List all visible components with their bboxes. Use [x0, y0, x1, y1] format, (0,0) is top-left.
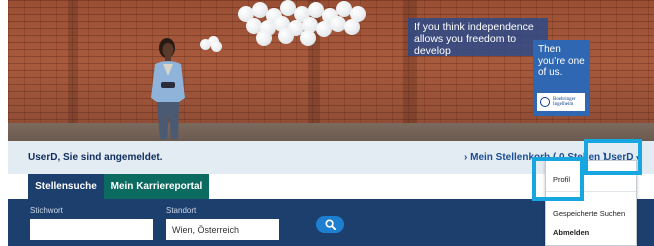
search-button[interactable] — [316, 216, 344, 233]
user-dropdown-menu: Profil Gespeicherte Suchen Abmelden — [545, 160, 637, 246]
tab-stellensuche[interactable]: Stellensuche — [28, 174, 104, 199]
location-input[interactable] — [166, 219, 279, 240]
hero-quote: If you think independence allows you fre… — [408, 18, 548, 57]
balloon-cluster-image — [228, 0, 378, 46]
location-label: Standort — [166, 206, 197, 215]
company-logo: Boehringer Ingelheim — [537, 93, 585, 111]
logo-mark-icon — [540, 97, 550, 107]
hero-cta-text: Then you’re one of us. — [538, 44, 585, 78]
floor — [8, 123, 654, 141]
logo-text: Boehringer Ingelheim — [553, 96, 576, 108]
hero-banner: If you think independence allows you fre… — [8, 0, 654, 141]
brick-pillar — [68, 0, 78, 141]
menu-item-profil[interactable]: Profil — [553, 175, 570, 184]
logged-in-message: UserD, Sie sind angemeldet. — [28, 152, 163, 163]
hero-cta: Then you’re one of us. Boehringer Ingelh… — [533, 40, 590, 116]
keyword-input[interactable] — [30, 219, 153, 240]
menu-divider — [546, 191, 636, 192]
search-icon — [324, 219, 336, 230]
woman-photo — [151, 38, 185, 139]
keyword-label: Stichwort — [30, 206, 63, 215]
balloon-image — [200, 36, 222, 52]
menu-item-saved-searches[interactable]: Gespeicherte Suchen — [553, 209, 625, 218]
menu-item-logout[interactable]: Abmelden — [553, 228, 589, 237]
tab-karriereportal[interactable]: Mein Karriereportal — [104, 174, 209, 199]
